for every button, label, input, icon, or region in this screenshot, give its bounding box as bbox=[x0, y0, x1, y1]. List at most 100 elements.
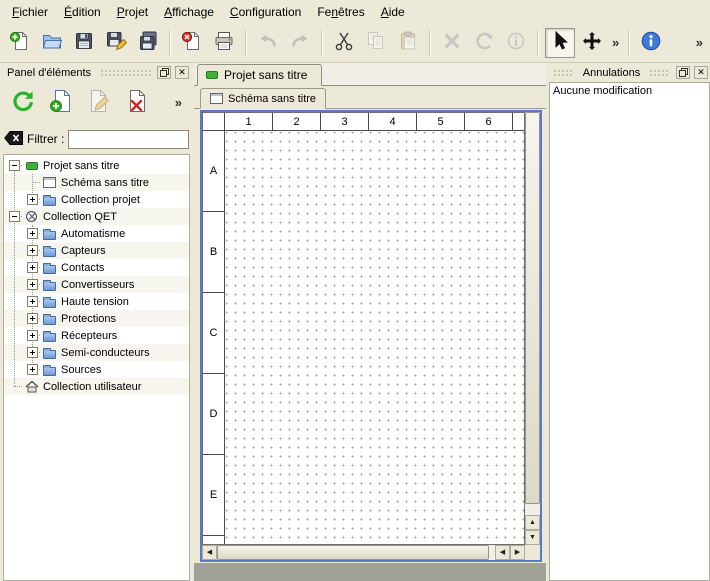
menu-bar: Fichier Édition Projet Affichage Configu… bbox=[0, 0, 710, 23]
paste-button[interactable] bbox=[393, 28, 423, 58]
filter-input[interactable] bbox=[68, 130, 189, 149]
new-project-button[interactable] bbox=[5, 28, 35, 58]
folder-icon bbox=[42, 312, 57, 326]
menu-fenetres[interactable]: Fenêtres bbox=[309, 2, 372, 22]
dock-float-button[interactable] bbox=[157, 66, 171, 79]
about-qet-button[interactable] bbox=[636, 28, 666, 58]
copy-button[interactable] bbox=[361, 28, 391, 58]
project-window: Schéma sans titre 1 2 3 4 5 6 A bbox=[194, 86, 546, 563]
toolbar-overflow-chevron-2[interactable]: » bbox=[693, 35, 706, 50]
save-as-icon bbox=[105, 30, 127, 55]
close-file-icon bbox=[181, 30, 203, 55]
paste-icon bbox=[397, 30, 419, 55]
dock-close-button[interactable]: ✕ bbox=[175, 66, 189, 79]
scroll-left-button-2[interactable]: ◀ bbox=[495, 545, 510, 560]
scroll-left-button[interactable]: ◀ bbox=[202, 545, 217, 560]
elements-panel-titlebar[interactable]: Panel d'éléments ✕ bbox=[2, 65, 191, 80]
panel-overflow-chevron[interactable]: » bbox=[172, 95, 185, 110]
right-arrow-icon: ▶ bbox=[515, 549, 520, 556]
expand-expander-icon[interactable] bbox=[27, 313, 38, 324]
tree-connector bbox=[14, 386, 22, 387]
folder-icon bbox=[42, 346, 57, 360]
horizontal-scrollbar-thumb[interactable] bbox=[217, 545, 489, 560]
menu-projet[interactable]: Projet bbox=[109, 2, 156, 22]
tab-project[interactable]: Projet sans titre bbox=[197, 64, 322, 86]
ruler-row: A bbox=[203, 131, 224, 212]
edit-element-button[interactable] bbox=[82, 85, 116, 119]
clear-filter-button[interactable] bbox=[4, 131, 23, 148]
expand-expander-icon[interactable] bbox=[27, 364, 38, 375]
elements-panel-dock: Panel d'éléments ✕ » Filtrer : bbox=[2, 65, 191, 581]
print-button[interactable] bbox=[209, 28, 239, 58]
expand-expander-icon[interactable] bbox=[27, 279, 38, 290]
undo-panel-title: Annulations bbox=[580, 67, 644, 79]
dock-grip bbox=[553, 69, 574, 77]
project-icon bbox=[206, 71, 218, 79]
toolbar-overflow-chevron[interactable]: » bbox=[609, 35, 622, 50]
new-element-button[interactable] bbox=[44, 85, 78, 119]
save-button[interactable] bbox=[69, 28, 99, 58]
scrollbar-corner bbox=[525, 545, 540, 560]
expand-expander-icon[interactable] bbox=[27, 245, 38, 256]
menu-configuration[interactable]: Configuration bbox=[222, 2, 309, 22]
vertical-scrollbar-thumb[interactable] bbox=[525, 112, 540, 504]
menu-fichier[interactable]: Fichier bbox=[4, 2, 56, 22]
scroll-up-button[interactable]: ▲ bbox=[525, 515, 540, 530]
toolbar-separator bbox=[429, 30, 431, 56]
schema-canvas[interactable] bbox=[226, 132, 524, 544]
save-as-button[interactable] bbox=[101, 28, 131, 58]
column-ruler: 1 2 3 4 5 6 bbox=[225, 113, 524, 131]
printer-icon bbox=[213, 30, 235, 55]
undo-panel-titlebar[interactable]: Annulations ✕ bbox=[549, 65, 710, 80]
info-blue-icon bbox=[640, 30, 662, 55]
rotate-button[interactable] bbox=[469, 28, 499, 58]
expand-expander-icon[interactable] bbox=[27, 330, 38, 341]
toolbar-separator bbox=[169, 30, 171, 56]
down-arrow-icon: ▼ bbox=[529, 534, 536, 541]
undo-history-list: Aucune modification bbox=[549, 82, 710, 581]
scroll-down-button[interactable]: ▼ bbox=[525, 530, 540, 545]
tree-item-collection-qet[interactable]: Collection QET bbox=[4, 208, 189, 225]
menu-edition[interactable]: Édition bbox=[56, 2, 109, 22]
save-all-button[interactable] bbox=[133, 28, 163, 58]
cut-button[interactable] bbox=[329, 28, 359, 58]
dock-close-button[interactable]: ✕ bbox=[694, 66, 708, 79]
schema-icon bbox=[42, 176, 57, 190]
redo-button[interactable] bbox=[285, 28, 315, 58]
element-infos-button[interactable] bbox=[501, 28, 531, 58]
scroll-right-button[interactable]: ▶ bbox=[510, 545, 525, 560]
dock-float-button[interactable] bbox=[676, 66, 690, 79]
refresh-icon bbox=[10, 88, 36, 117]
vertical-scrollbar[interactable]: ▲ ▼ bbox=[525, 112, 540, 545]
tree-item-project[interactable]: Projet sans titre bbox=[4, 157, 189, 174]
menu-affichage[interactable]: Affichage bbox=[156, 2, 222, 22]
close-file-button[interactable] bbox=[177, 28, 207, 58]
expand-expander-icon[interactable] bbox=[27, 296, 38, 307]
mdi-area: Projet sans titre Schéma sans titre 1 2 … bbox=[194, 63, 546, 581]
expand-expander-icon[interactable] bbox=[27, 262, 38, 273]
tab-schema[interactable]: Schéma sans titre bbox=[200, 88, 326, 109]
menu-aide[interactable]: Aide bbox=[373, 2, 413, 22]
expand-expander-icon[interactable] bbox=[27, 194, 38, 205]
delete-element-button[interactable] bbox=[120, 85, 154, 119]
up-arrow-icon: ▲ bbox=[529, 519, 536, 526]
tree-item-collection-utilisateur[interactable]: Collection utilisateur bbox=[4, 378, 189, 395]
schema-tabbar: Schéma sans titre bbox=[194, 86, 546, 109]
collapse-expander-icon[interactable] bbox=[9, 211, 20, 222]
delete-button[interactable] bbox=[437, 28, 467, 58]
expand-expander-icon[interactable] bbox=[27, 347, 38, 358]
expand-expander-icon[interactable] bbox=[27, 228, 38, 239]
horizontal-scrollbar[interactable]: ◀ ◀ ▶ bbox=[202, 545, 525, 560]
select-tool-button[interactable] bbox=[545, 28, 575, 58]
elements-tree: Projet sans titre Schéma sans titre Coll… bbox=[3, 154, 190, 581]
tree-item-sources[interactable]: Sources bbox=[4, 361, 189, 378]
open-project-button[interactable] bbox=[37, 28, 67, 58]
folder-icon bbox=[42, 244, 57, 258]
move-tool-button[interactable] bbox=[577, 28, 607, 58]
tree-item-collection-projet[interactable]: Collection projet bbox=[4, 191, 189, 208]
dock-grip bbox=[100, 69, 151, 77]
undo-button[interactable] bbox=[253, 28, 283, 58]
reload-collections-button[interactable] bbox=[6, 85, 40, 119]
home-icon bbox=[24, 380, 39, 394]
collapse-expander-icon[interactable] bbox=[9, 160, 20, 171]
